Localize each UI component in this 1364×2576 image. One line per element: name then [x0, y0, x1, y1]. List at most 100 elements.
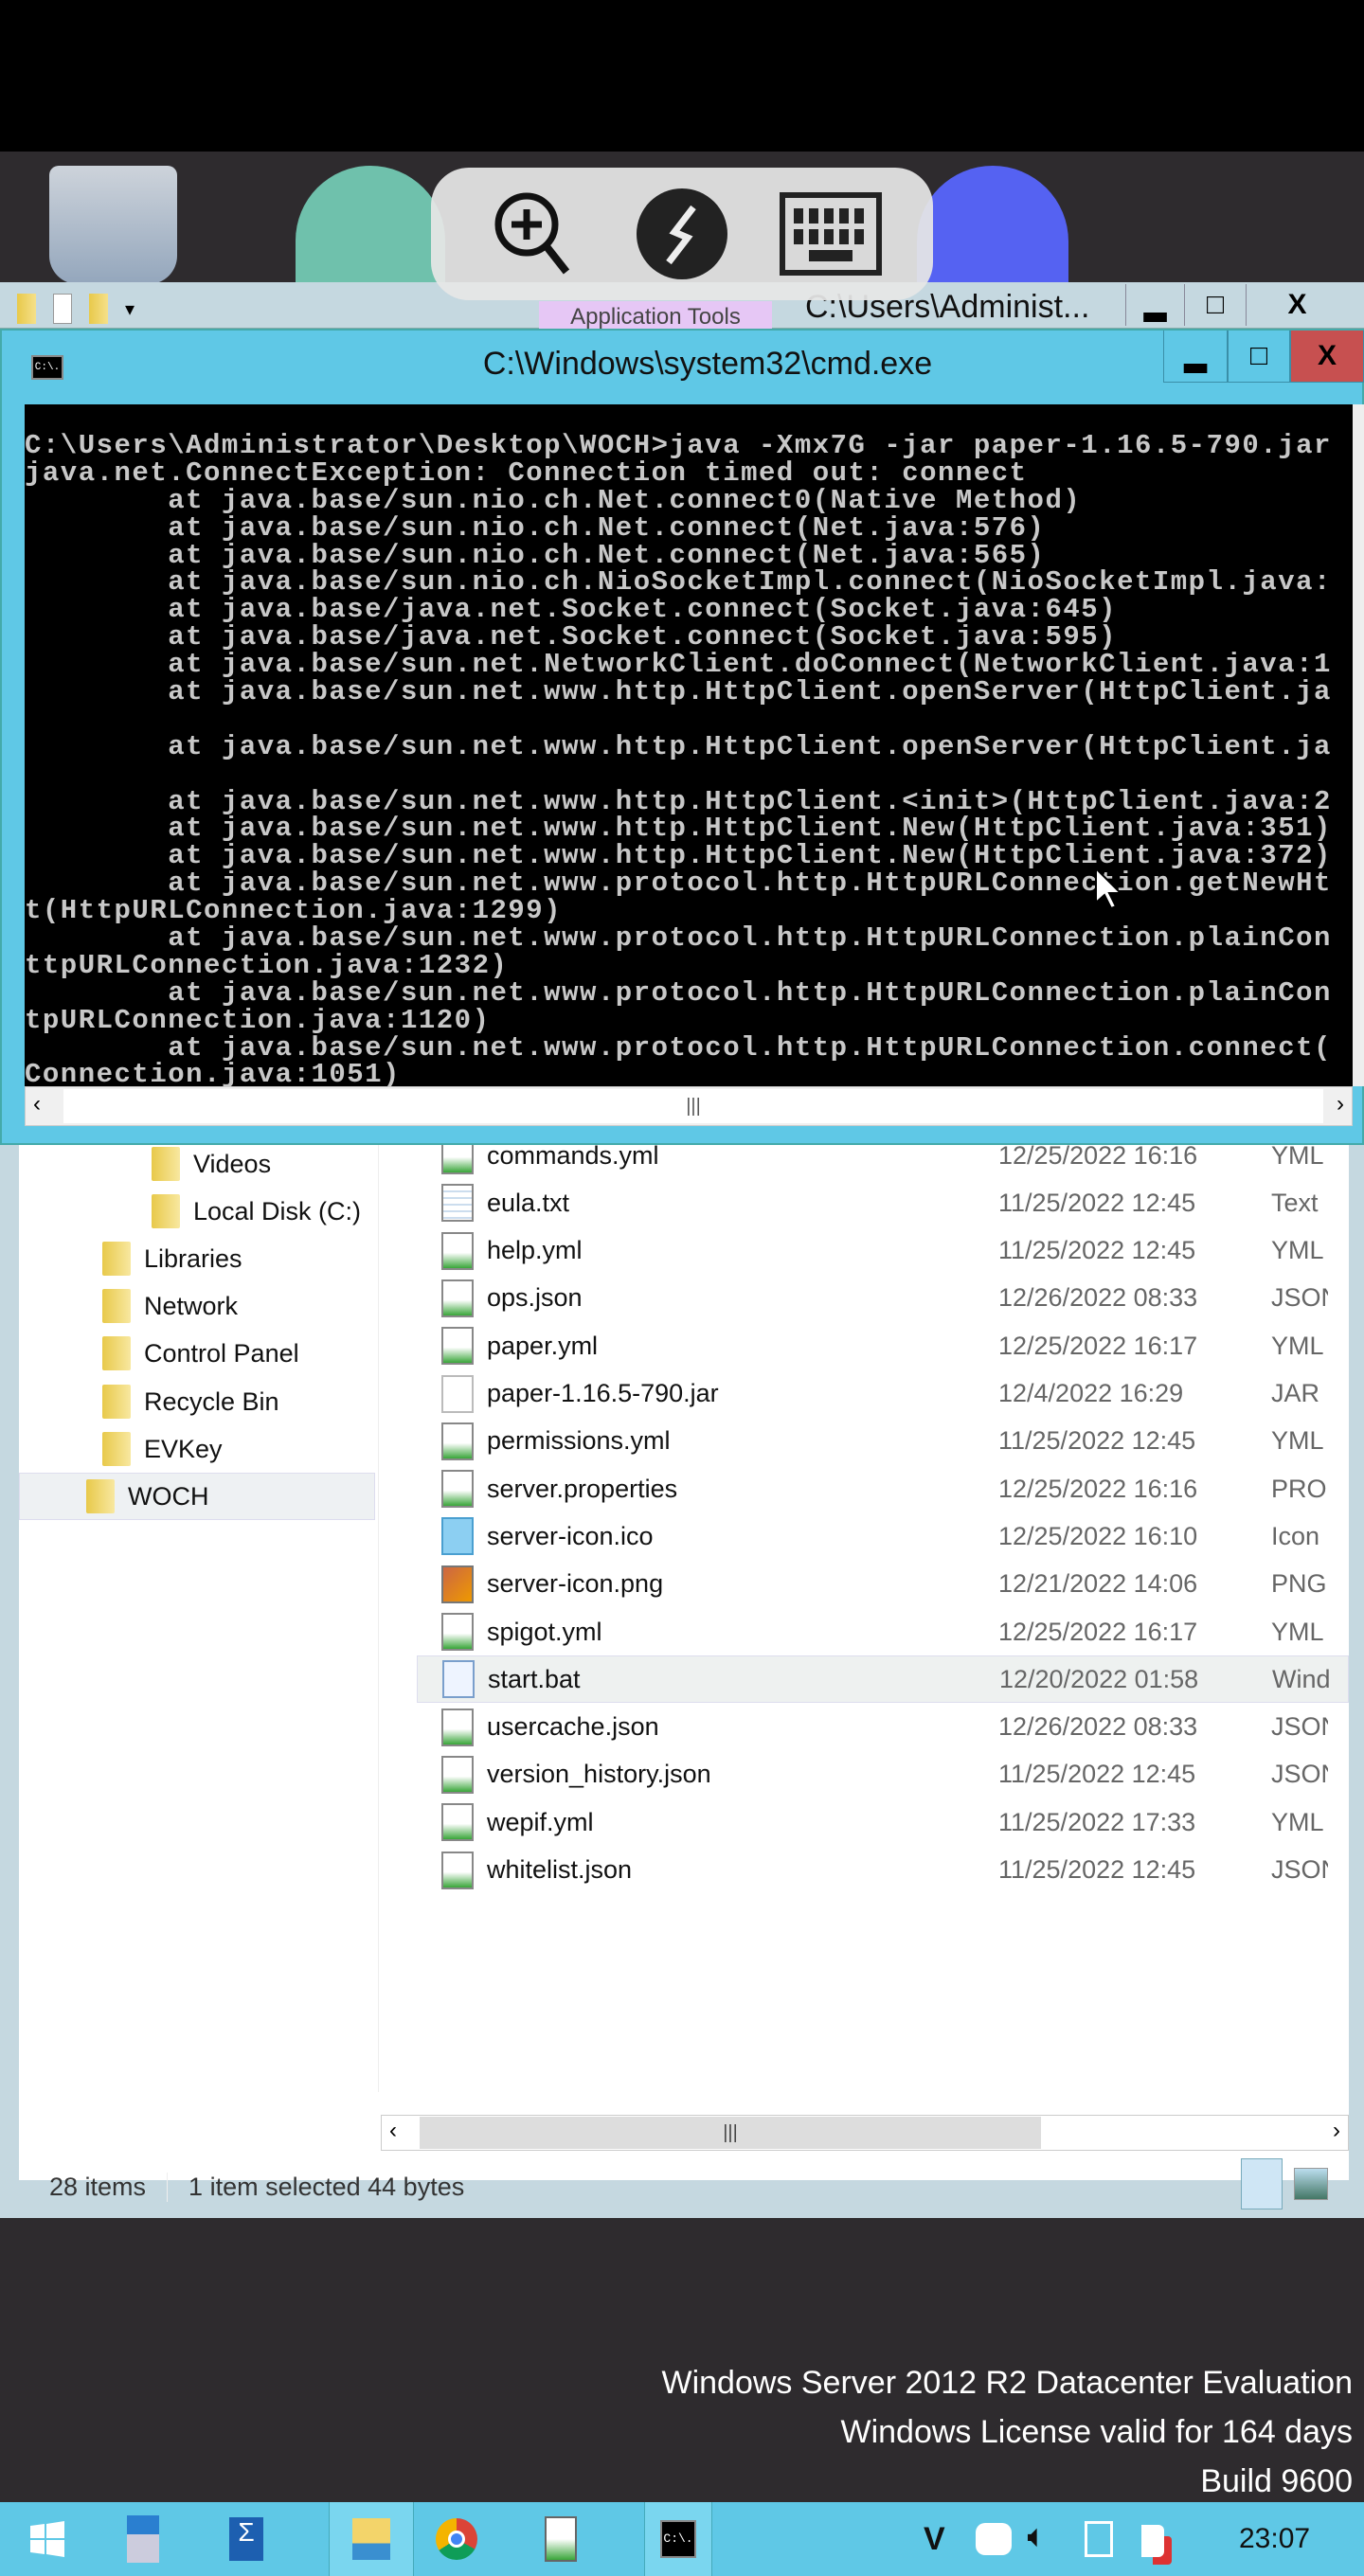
- properties-icon[interactable]: [53, 294, 72, 324]
- explorer-close-button[interactable]: X: [1246, 284, 1348, 326]
- yml-file-icon: [441, 1708, 474, 1746]
- file-date: 11/25/2022 12:45: [998, 1426, 1196, 1456]
- recycle-bin-desktop-icon[interactable]: [49, 166, 177, 284]
- server-manager-icon: [127, 2515, 159, 2563]
- console-line: at java.base/sun.net.www.http.HttpClient…: [25, 813, 1332, 845]
- control-panel-icon: [102, 1336, 131, 1370]
- console-line: at java.base/sun.net.www.http.HttpClient…: [25, 840, 1332, 872]
- scroll-right-icon[interactable]: ›: [1337, 1091, 1344, 1118]
- powershell-taskbar-button[interactable]: Σ: [199, 2502, 294, 2576]
- customize-dropdown-icon[interactable]: ▾: [125, 297, 135, 321]
- nav-item[interactable]: Libraries: [102, 1235, 242, 1282]
- volume-icon[interactable]: 🔈︎: [1028, 2521, 1045, 2553]
- cmd-minimize-button[interactable]: ▂: [1163, 331, 1228, 383]
- desktop-app-icon[interactable]: [296, 166, 445, 284]
- notepad-icon: [545, 2516, 577, 2562]
- file-type: JAR F: [1271, 1379, 1328, 1407]
- cmd-close-button[interactable]: X: [1290, 331, 1364, 383]
- evkey-tray-icon[interactable]: V: [924, 2521, 945, 2558]
- network-tray-icon[interactable]: [1085, 2521, 1113, 2557]
- application-tools-tab[interactable]: Application Tools: [539, 301, 772, 330]
- nav-item-label: Local Disk (C:): [193, 1196, 362, 1225]
- file-list-horizontal-scrollbar[interactable]: ‹ ||| ›: [381, 2115, 1349, 2151]
- file-list-scroll-thumb[interactable]: |||: [420, 2117, 1041, 2149]
- nav-item[interactable]: EVKey: [102, 1425, 223, 1473]
- large-icons-view-button[interactable]: [1294, 2168, 1328, 2200]
- bat-file-icon: [442, 1660, 475, 1699]
- file-date: 11/25/2022 12:45: [998, 1760, 1196, 1789]
- folder-icon: [102, 1432, 131, 1466]
- console-scroll-thumb[interactable]: |||: [63, 1089, 1323, 1123]
- file-row[interactable]: ops.json 12/26/2022 08:33 JSON: [417, 1275, 1349, 1322]
- folder-icon[interactable]: [17, 294, 36, 324]
- file-row[interactable]: version_history.json 11/25/2022 12:45 JSON: [417, 1751, 1349, 1798]
- folder-icon: [86, 1479, 115, 1513]
- file-type: YML: [1271, 1331, 1324, 1360]
- taskbar: Σ C:\. V 🔈︎ 23:07: [0, 2502, 1364, 2576]
- discord-tray-icon[interactable]: [976, 2523, 1012, 2555]
- yml-file-icon: [441, 1851, 474, 1889]
- nav-item[interactable]: Control Panel: [102, 1330, 299, 1377]
- explorer-maximize-button[interactable]: □: [1184, 284, 1246, 326]
- build-text: Build 9600: [1200, 2463, 1353, 2499]
- file-row[interactable]: server-icon.ico 12/25/2022 16:10 Icon: [417, 1512, 1349, 1560]
- cmd-taskbar-button[interactable]: C:\.: [644, 2502, 712, 2576]
- nav-item[interactable]: WOCH: [19, 1473, 375, 1520]
- notepad-taskbar-button[interactable]: [513, 2502, 608, 2576]
- file-row[interactable]: server.properties 12/25/2022 16:16 PROP: [417, 1465, 1349, 1512]
- file-row[interactable]: permissions.yml 11/25/2022 12:45 YML: [417, 1418, 1349, 1465]
- file-type: PROP: [1271, 1474, 1328, 1503]
- file-name: paper-1.16.5-790.jar: [487, 1379, 719, 1407]
- clock[interactable]: 23:07: [1239, 2523, 1310, 2555]
- zoom-in-button[interactable]: [481, 182, 585, 286]
- file-row[interactable]: spigot.yml 12/25/2022 16:17 YML: [417, 1608, 1349, 1655]
- file-row[interactable]: server-icon.png 12/21/2022 14:06 PNG: [417, 1561, 1349, 1608]
- file-date: 12/26/2022 08:33: [998, 1283, 1198, 1313]
- explorer-minimize-button[interactable]: ▂: [1125, 284, 1184, 326]
- file-name: spigot.yml: [487, 1617, 602, 1646]
- file-row[interactable]: start.bat 12/20/2022 01:58 Wind: [417, 1655, 1349, 1704]
- nav-item[interactable]: Local Disk (C:): [152, 1188, 361, 1235]
- file-row[interactable]: paper.yml 12/25/2022 16:17 YML: [417, 1322, 1349, 1369]
- scroll-left-icon[interactable]: ‹: [389, 2118, 397, 2144]
- file-explorer-taskbar-button[interactable]: [329, 2502, 414, 2576]
- file-row[interactable]: usercache.json 12/26/2022 08:33 JSON: [417, 1704, 1349, 1751]
- discord-desktop-icon[interactable]: [917, 166, 1068, 284]
- windows-start-icon: [30, 2521, 64, 2557]
- file-row[interactable]: eula.txt 11/25/2022 12:45 Text: [417, 1179, 1349, 1226]
- console-horizontal-scrollbar[interactable]: ‹ ||| ›: [25, 1086, 1353, 1126]
- chrome-taskbar-button[interactable]: [409, 2502, 504, 2576]
- console-output[interactable]: C:\Users\Administrator\Desktop\WOCH>java…: [25, 404, 1353, 1086]
- quick-access-toolbar: ▾: [17, 294, 135, 324]
- file-name: commands.yml: [487, 1140, 659, 1170]
- start-button[interactable]: [0, 2502, 95, 2576]
- file-row[interactable]: paper-1.16.5-790.jar 12/4/2022 16:29 JAR F: [417, 1370, 1349, 1418]
- action-center-flag-icon[interactable]: [1141, 2525, 1164, 2557]
- cmd-maximize-button[interactable]: □: [1228, 331, 1290, 383]
- keyboard-button[interactable]: [779, 182, 883, 286]
- file-type: Text: [1271, 1188, 1319, 1217]
- remote-connection-button[interactable]: [630, 182, 734, 286]
- file-date: 12/4/2022 16:29: [998, 1379, 1184, 1407]
- file-date: 11/25/2022 12:45: [998, 1855, 1196, 1884]
- details-view-button[interactable]: [1241, 2158, 1283, 2209]
- nav-item[interactable]: Recycle Bin: [102, 1378, 279, 1425]
- nav-item-label: Control Panel: [144, 1338, 299, 1368]
- console-vertical-scrollbar[interactable]: [1353, 404, 1364, 1086]
- file-name: usercache.json: [487, 1712, 659, 1742]
- scroll-right-icon[interactable]: ›: [1333, 2118, 1340, 2144]
- cmd-icon: C:\.: [660, 2520, 696, 2558]
- license-text: Windows License valid for 164 days: [840, 2414, 1354, 2450]
- file-row[interactable]: wepif.yml 11/25/2022 17:33 YML: [417, 1798, 1349, 1846]
- file-date: 12/25/2022 16:17: [998, 1331, 1198, 1360]
- scroll-left-icon[interactable]: ‹: [33, 1091, 41, 1118]
- file-date: 11/25/2022 12:45: [998, 1236, 1196, 1265]
- nav-item[interactable]: Videos: [152, 1140, 271, 1188]
- nav-item[interactable]: Network: [102, 1282, 238, 1330]
- file-row[interactable]: help.yml 11/25/2022 12:45 YML: [417, 1227, 1349, 1275]
- file-row[interactable]: whitelist.json 11/25/2022 12:45 JSON: [417, 1847, 1349, 1894]
- server-manager-taskbar-button[interactable]: [96, 2502, 190, 2576]
- file-type: YML: [1271, 1140, 1324, 1170]
- keyboard-icon: [779, 192, 882, 276]
- new-folder-icon[interactable]: [89, 294, 108, 324]
